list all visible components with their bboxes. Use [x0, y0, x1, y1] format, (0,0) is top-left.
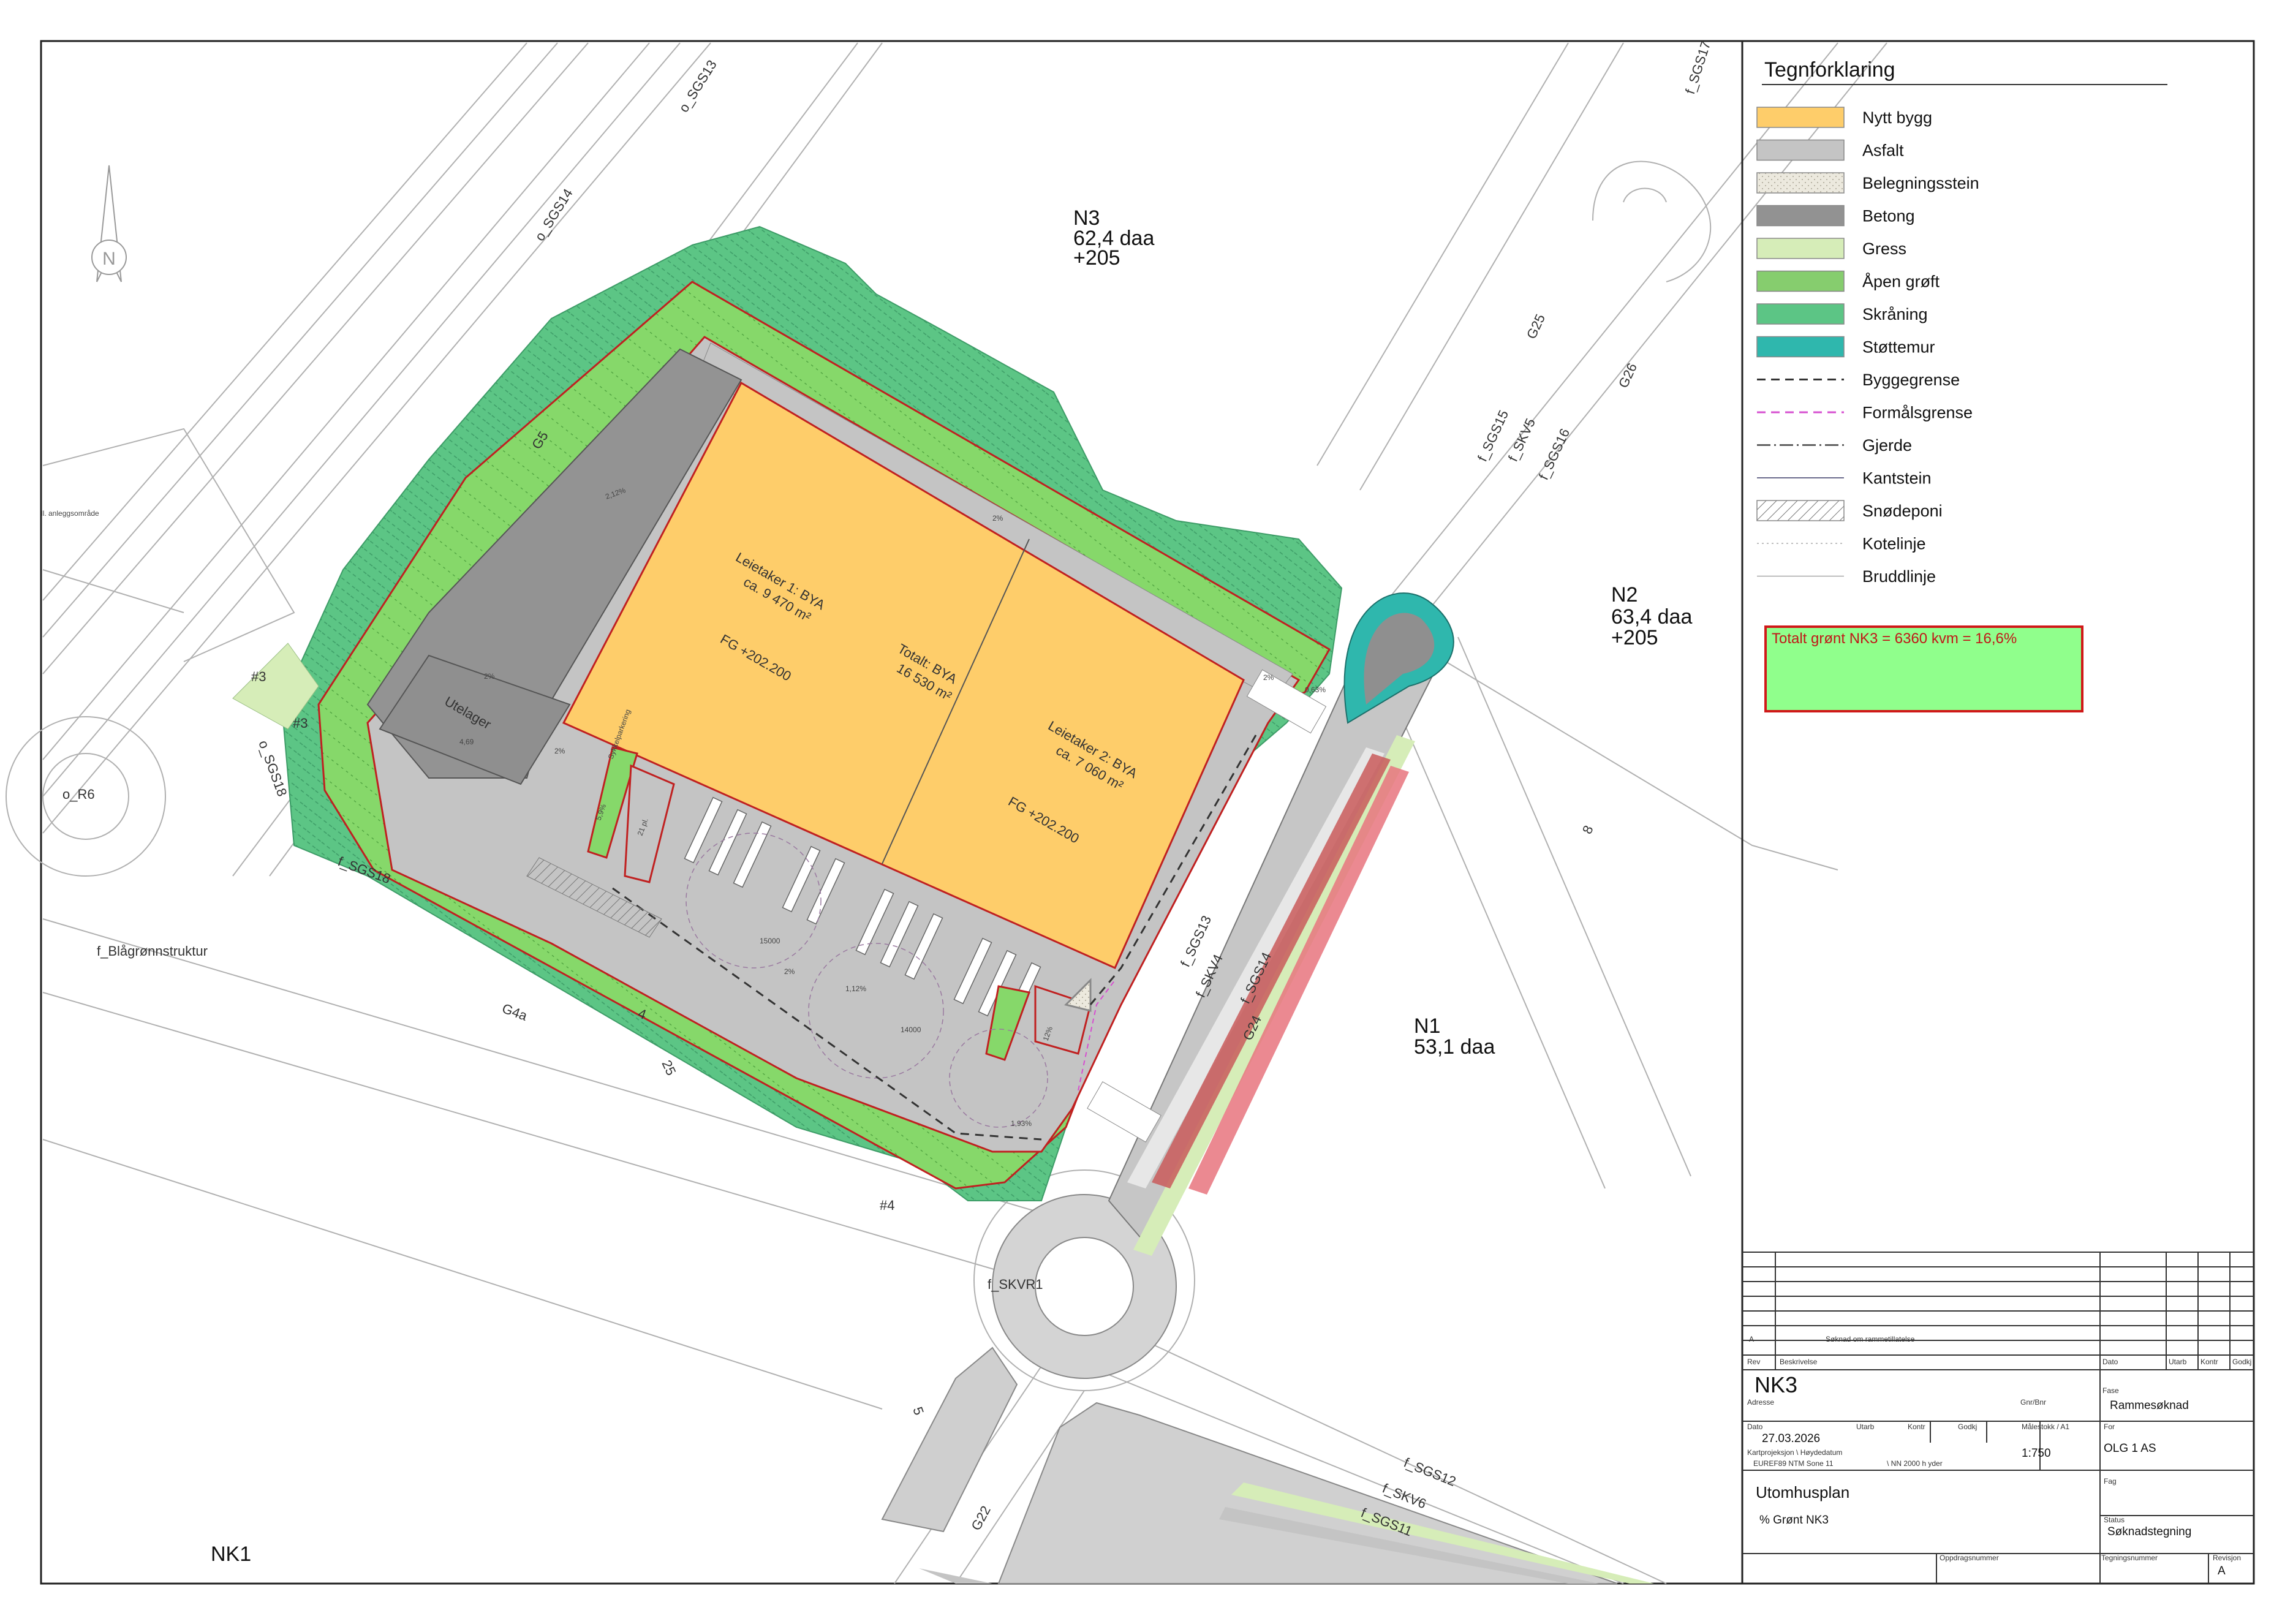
svg-text:N: N — [102, 249, 116, 269]
drawing-title: Utomhusplan — [1756, 1483, 1849, 1501]
road-label: o_R6 — [62, 787, 95, 802]
svg-text:Tegningsnummer: Tegningsnummer — [2101, 1554, 2158, 1562]
svg-text:Adresse: Adresse — [1747, 1398, 1774, 1407]
legend-swatch — [1756, 139, 1845, 161]
legend-label: Belegningsstein — [1862, 174, 1979, 192]
green-area-note: Totalt grønt NK3 = 6360 kvm = 16,6% — [1764, 625, 2083, 712]
legend-label: Byggegrense — [1862, 371, 1960, 389]
legend-label: Skråning — [1862, 305, 1928, 323]
svg-text:Kartprojeksjon \ Høydedatum: Kartprojeksjon \ Høydedatum — [1747, 1448, 1842, 1457]
svg-text:Godkj: Godkj — [1958, 1422, 1977, 1431]
svg-text:2%: 2% — [992, 514, 1003, 523]
legend-label: Snødeponi — [1862, 502, 1943, 520]
svg-text:EUREF89 NTM Sone 11: EUREF89 NTM Sone 11 — [1753, 1459, 1834, 1468]
project-name: NK3 — [1755, 1372, 1797, 1397]
svg-text:Godkj: Godkj — [2232, 1358, 2251, 1366]
site-plan-drawing: N N3 62,4 daa +205 N2 63,4 daa +205 N1 5… — [6, 39, 2255, 1585]
road-label: ll. anleggsområde — [41, 509, 99, 518]
svg-text:1,12%: 1,12% — [845, 984, 866, 993]
legend-item: Betong — [1756, 205, 1915, 227]
zone-n2-level: +205 — [1611, 626, 1658, 649]
legend-label: Støttemur — [1862, 338, 1935, 357]
svg-text:Dato: Dato — [2102, 1358, 2118, 1366]
legend-swatch — [1756, 238, 1845, 259]
legend-swatch — [1756, 172, 1845, 194]
legend-label: Asfalt — [1862, 142, 1904, 160]
svg-text:2%: 2% — [1263, 673, 1274, 682]
legend-label: Bruddlinje — [1862, 567, 1936, 586]
legend-title: Tegnforklaring — [1764, 58, 1895, 81]
site-plan-sheet: N N3 62,4 daa +205 N2 63,4 daa +205 N1 5… — [0, 0, 2293, 1621]
legend-label: Kotelinje — [1862, 535, 1926, 553]
drawing-scale: 1:750 — [2022, 1447, 2051, 1460]
svg-text:Kontr: Kontr — [1908, 1422, 1925, 1431]
road-label: #3 — [251, 669, 266, 684]
svg-text:Utarb: Utarb — [1856, 1422, 1875, 1431]
svg-text:Utarb: Utarb — [2169, 1358, 2187, 1366]
svg-text:Revisjon: Revisjon — [2213, 1554, 2241, 1562]
zone-n1-area: 53,1 daa — [1414, 1035, 1495, 1059]
svg-text:Beskrivelse: Beskrivelse — [1780, 1358, 1818, 1366]
rev-row-description: Søknad om rammetillatelse — [1826, 1335, 1915, 1343]
revision-letter: A — [2218, 1565, 2226, 1577]
legend-label: Kantstein — [1862, 469, 1932, 488]
legend-swatch — [1756, 500, 1845, 521]
svg-text:\ NN 2000 h yder: \ NN 2000 h yder — [1887, 1459, 1943, 1468]
road-label: #3 — [293, 716, 308, 731]
legend-swatch — [1756, 303, 1845, 325]
svg-text:2%: 2% — [784, 967, 795, 976]
svg-text:Dato: Dato — [1747, 1422, 1763, 1431]
svg-text:Oppdragsnummer: Oppdragsnummer — [1940, 1554, 1999, 1562]
svg-text:Fase: Fase — [2102, 1386, 2119, 1395]
legend-label: Betong — [1862, 207, 1915, 225]
zone-n1-name: N1 — [1414, 1014, 1440, 1038]
road-label: #4 — [880, 1198, 894, 1213]
svg-text:2%: 2% — [554, 747, 565, 755]
svg-text:Målestokk / A1: Målestokk / A1 — [2022, 1422, 2069, 1431]
road-label: f_SKVR1 — [988, 1277, 1043, 1292]
svg-text:14000: 14000 — [901, 1025, 921, 1034]
legend-item: Skråning — [1756, 303, 1928, 325]
rev-row-letter: A — [1749, 1335, 1754, 1343]
drawing-date: 27.03.2026 — [1762, 1432, 1820, 1445]
legend-swatch — [1756, 205, 1845, 227]
legend-item: Gress — [1756, 238, 1906, 259]
svg-text:Kontr: Kontr — [2200, 1358, 2218, 1366]
legend-swatch — [1756, 270, 1845, 292]
zone-nk1-name: NK1 — [211, 1543, 251, 1566]
legend-label: Gress — [1862, 240, 1906, 258]
zone-n2-name: N2 — [1611, 583, 1638, 606]
drawing-subtitle: % Grønt NK3 — [1759, 1514, 1829, 1527]
road-label: f_Blågrønnstruktur — [97, 943, 208, 959]
svg-text:4,69: 4,69 — [459, 738, 474, 746]
legend-label: Åpen grøft — [1862, 272, 1940, 291]
drawing-status: Søknadstegning — [2107, 1525, 2191, 1538]
client-name: OLG 1 AS — [2104, 1442, 2156, 1455]
phase: Rammesøknad — [2110, 1399, 2189, 1412]
svg-text:Gnr/Bnr: Gnr/Bnr — [2020, 1398, 2046, 1407]
svg-text:Fag: Fag — [2104, 1477, 2117, 1486]
svg-text:Rev: Rev — [1747, 1358, 1760, 1366]
svg-text:2%: 2% — [484, 672, 495, 681]
svg-text:1,93%: 1,93% — [1011, 1119, 1032, 1128]
svg-text:Status: Status — [2104, 1516, 2125, 1524]
legend-label: Formålsgrense — [1862, 404, 1973, 422]
legend-swatch — [1756, 336, 1845, 358]
svg-text:For: For — [2104, 1422, 2115, 1431]
zone-n2-area: 63,4 daa — [1611, 605, 1692, 629]
svg-text:15000: 15000 — [760, 937, 780, 945]
svg-text:0,63%: 0,63% — [1305, 685, 1326, 694]
legend-label: Gjerde — [1862, 436, 1912, 455]
legend-item: Belegningsstein — [1756, 172, 1979, 194]
zone-n3-level: +205 — [1073, 246, 1120, 270]
legend-label: Nytt bygg — [1862, 108, 1932, 127]
green-area-note-text: Totalt grønt NK3 = 6360 kvm = 16,6% — [1772, 630, 2017, 647]
legend-item: Asfalt — [1756, 139, 1904, 161]
legend-swatch — [1756, 107, 1845, 128]
